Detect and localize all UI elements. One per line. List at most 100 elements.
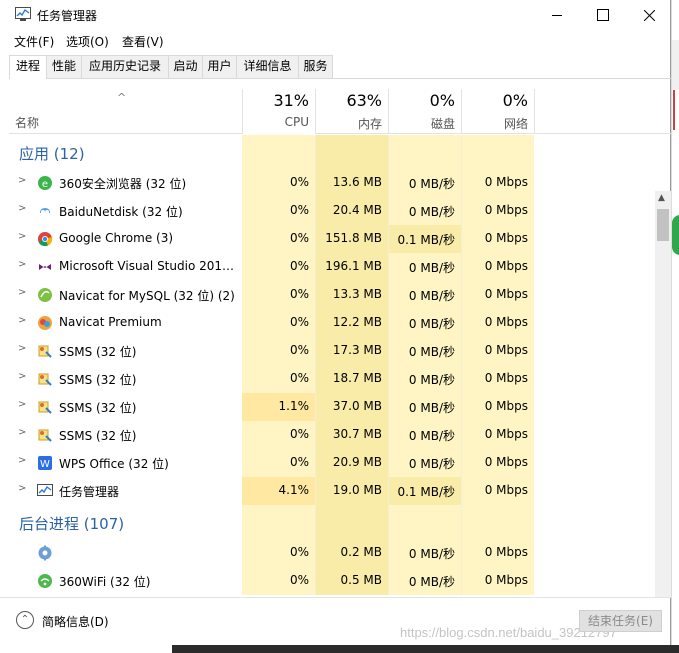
memory-value: 0.5 MB [340, 573, 382, 587]
memory-value: 19.0 MB [332, 483, 382, 497]
cpu-percent[interactable]: 31% [242, 91, 309, 110]
process-row[interactable]: > Navicat Premium 0% 12.2 MB 0 MB/秒 0 Mbps [9, 309, 671, 337]
memory-value: 12.2 MB [332, 315, 382, 329]
navicat-premium-icon [37, 315, 53, 331]
process-name: 任务管理器 [59, 485, 120, 499]
process-row[interactable]: > SSMS (32 位) 0% 17.3 MB 0 MB/秒 0 Mbps [9, 337, 671, 365]
menu-options[interactable]: 选项(O) [66, 33, 109, 50]
expand-chevron-icon[interactable]: > [18, 343, 26, 354]
process-row[interactable]: > Navicat for MySQL (32 位) (2) 0% 13.3 MB 0 … [9, 281, 671, 309]
chevron-up-icon[interactable]: ⌃ [16, 611, 34, 629]
column-name-header[interactable]: 名称 [15, 114, 39, 131]
maximize-button[interactable] [580, 0, 626, 30]
scroll-up-icon[interactable]: ▲ [658, 193, 665, 203]
svg-text:e: e [42, 179, 48, 190]
menu-file[interactable]: 文件(F) [14, 33, 54, 50]
memory-value: 20.9 MB [332, 455, 382, 469]
memory-value: 37.0 MB [332, 399, 382, 413]
visual-studio-icon [37, 259, 53, 275]
expand-chevron-icon[interactable]: > [18, 259, 26, 270]
expand-chevron-icon[interactable]: > [18, 427, 26, 438]
expand-chevron-icon[interactable]: > [18, 455, 26, 466]
expand-chevron-icon[interactable]: > [18, 315, 26, 326]
network-value: 0 Mbps [484, 259, 528, 273]
minimize-button[interactable] [534, 0, 580, 30]
group-apps: 应用 (12) [9, 135, 671, 169]
process-row[interactable]: > 任务管理器 4.1% 19.0 MB 0.1 MB/秒 0 Mbps [9, 477, 671, 505]
fewer-details-link[interactable]: 简略信息(D) [42, 613, 109, 630]
tab-performance[interactable]: 性能 [46, 55, 82, 78]
tab-startup[interactable]: 启动 [168, 55, 203, 78]
vertical-scrollbar[interactable]: ▲ ▼ [655, 191, 671, 597]
window-title: 任务管理器 [37, 9, 98, 23]
close-button[interactable] [626, 0, 672, 30]
cpu-column-header[interactable]: CPU [242, 115, 309, 129]
disk-value: 0 MB/秒 [408, 261, 455, 275]
end-task-button[interactable]: 结束任务(E) [579, 610, 662, 632]
process-list: 应用 (12) > e 360安全浏览器 (32 位) 0% 13.6 MB 0 MB/秒… [9, 135, 671, 597]
disk-value: 0 MB/秒 [408, 401, 455, 415]
wifi-360-icon [37, 573, 53, 589]
task-manager-icon [15, 7, 31, 21]
svg-text:W: W [40, 459, 50, 470]
disk-value: 0.1 MB/秒 [397, 233, 455, 247]
title-bar[interactable]: 任务管理器 [0, 0, 671, 30]
cpu-value: 0% [289, 259, 309, 273]
expand-chevron-icon[interactable]: > [18, 399, 26, 410]
cpu-value: 4.1% [278, 483, 310, 497]
disk-value: 0 MB/秒 [408, 457, 455, 471]
process-row[interactable]: > BaiduNetdisk (32 位) 0% 20.4 MB 0 MB/秒 0 Mbp… [9, 197, 671, 225]
process-name: Microsoft Visual Studio 2010... [59, 259, 239, 273]
process-row[interactable]: > e 360安全浏览器 (32 位) 0% 13.6 MB 0 MB/秒 0 Mbps [9, 169, 671, 197]
process-row[interactable]: > SSMS (32 位) 1.1% 37.0 MB 0 MB/秒 0 Mbps [9, 393, 671, 421]
disk-value: 0.1 MB/秒 [397, 485, 455, 499]
process-name: 360WiFi (32 位) [59, 575, 151, 589]
expand-chevron-icon[interactable]: > [18, 371, 26, 382]
tab-processes[interactable]: 进程 [9, 55, 47, 79]
expand-chevron-icon[interactable]: > [18, 287, 26, 298]
memory-column-header[interactable]: 内存 [316, 115, 382, 132]
tab-users[interactable]: 用户 [202, 55, 237, 78]
expand-chevron-icon[interactable]: > [18, 203, 26, 214]
menu-bar: 文件(F) 选项(O) 查看(V) [0, 31, 671, 51]
chrome-icon [37, 231, 53, 247]
cpu-value: 1.1% [278, 399, 310, 413]
scroll-thumb[interactable] [657, 209, 669, 241]
process-row[interactable]: > Microsoft Visual Studio 2010... 0% 196.1 … [9, 253, 671, 281]
network-value: 0 Mbps [484, 315, 528, 329]
process-row[interactable]: > SSMS (32 位) 0% 18.7 MB 0 MB/秒 0 Mbps [9, 365, 671, 393]
task-manager-icon [37, 483, 53, 499]
tab-app-history[interactable]: 应用历史记录 [81, 55, 169, 78]
disk-value: 0 MB/秒 [408, 177, 455, 191]
expand-chevron-icon[interactable]: > [18, 231, 26, 242]
navicat-mysql-icon [37, 287, 53, 303]
memory-percent[interactable]: 63% [316, 91, 382, 110]
cpu-value: 0% [289, 315, 309, 329]
process-row[interactable]: > SSMS (32 位) 0% 30.7 MB 0 MB/秒 0 Mbps [9, 421, 671, 449]
disk-percent[interactable]: 0% [389, 91, 455, 110]
process-row[interactable]: 0% 0.2 MB 0 MB/秒 0 Mbps [9, 539, 671, 567]
expand-chevron-icon[interactable]: > [18, 483, 26, 494]
tab-details[interactable]: 详细信息 [236, 55, 299, 78]
process-row[interactable]: 360WiFi (32 位) 0% 0.5 MB 0 MB/秒 0 Mbps [9, 567, 671, 595]
tab-services[interactable]: 服务 [298, 55, 333, 78]
memory-value: 0.2 MB [340, 545, 382, 559]
memory-value: 20.4 MB [332, 203, 382, 217]
background-taskbar-edge [0, 645, 679, 653]
network-value: 0 Mbps [484, 455, 528, 469]
process-name: Navicat Premium [59, 315, 162, 329]
disk-value: 0 MB/秒 [408, 289, 455, 303]
process-row[interactable]: > Google Chrome (3) 0% 151.8 MB 0.1 MB/秒 0 Mb… [9, 225, 671, 253]
cpu-value: 0% [289, 343, 309, 357]
network-column-header[interactable]: 网络 [462, 115, 528, 132]
disk-value: 0 MB/秒 [408, 373, 455, 387]
process-grid: ^ 名称 31% CPU 63% 内存 0% 磁盘 0% 网络 应用 (12) … [9, 79, 671, 597]
process-row[interactable]: > W WPS Office (32 位) 0% 20.9 MB 0 MB/秒 0 Mbps [9, 449, 671, 477]
disk-value: 0 MB/秒 [408, 547, 455, 561]
disk-value: 0 MB/秒 [408, 205, 455, 219]
network-percent[interactable]: 0% [462, 91, 528, 110]
disk-column-header[interactable]: 磁盘 [389, 115, 455, 132]
expand-chevron-icon[interactable]: > [18, 175, 26, 186]
cpu-value: 0% [289, 427, 309, 441]
menu-view[interactable]: 查看(V) [122, 33, 164, 50]
